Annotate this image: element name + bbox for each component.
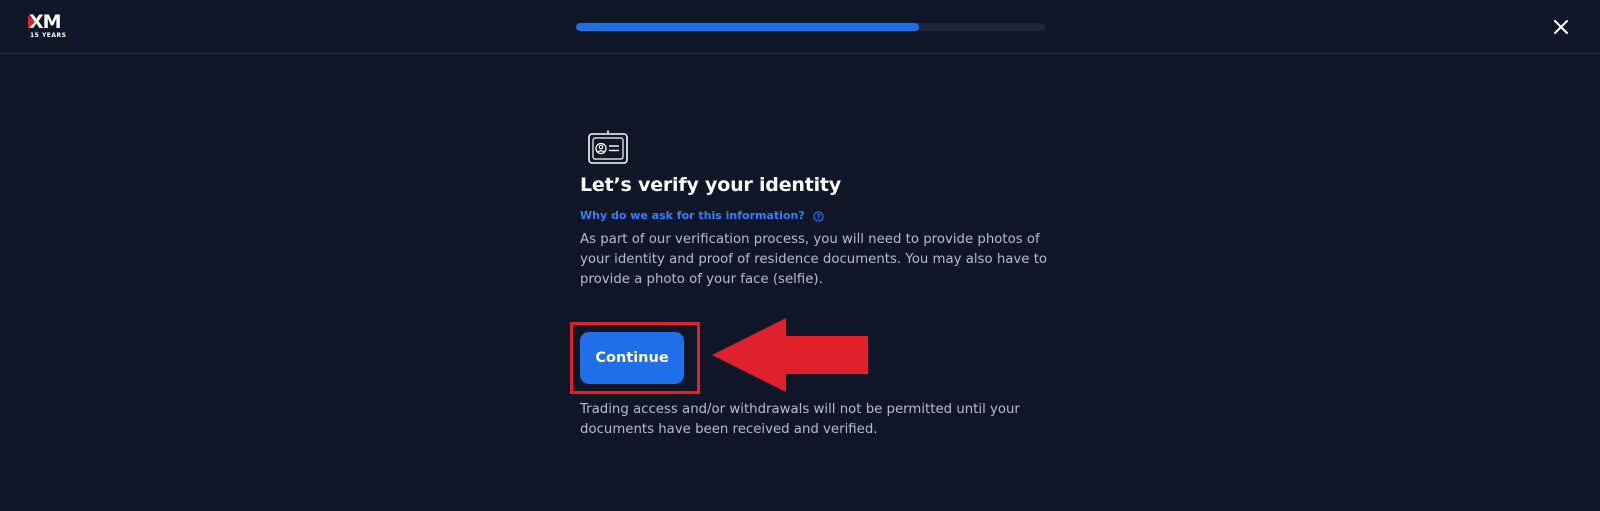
close-button[interactable]: [1548, 14, 1574, 40]
page-title: Let’s verify your identity: [580, 174, 841, 196]
logo-mark: XM: [28, 12, 62, 32]
annotation-arrow-icon: [712, 318, 868, 392]
id-card-icon: [588, 130, 628, 164]
xm-logo[interactable]: XM 15 YEARS: [28, 12, 73, 42]
why-info-link[interactable]: Why do we ask for this information?: [580, 209, 824, 222]
why-info-link-label: Why do we ask for this information?: [580, 209, 805, 222]
question-circle-icon: [812, 210, 824, 222]
logo-red-triangle: [28, 15, 35, 29]
trading-access-notice: Trading access and/or withdrawals will n…: [580, 402, 1020, 437]
progress-bar-fill: [576, 23, 920, 31]
continue-button[interactable]: Continue: [580, 332, 684, 384]
identity-verification-page: XM 15 YEARS Let’s verify your identity W…: [0, 0, 1600, 511]
close-icon: [1554, 20, 1568, 34]
verification-description: As part of our verification process, you…: [580, 232, 1048, 287]
progress-bar: [576, 23, 1046, 31]
logo-subtext: 15 YEARS: [30, 32, 67, 39]
top-bar: XM 15 YEARS: [0, 0, 1600, 54]
